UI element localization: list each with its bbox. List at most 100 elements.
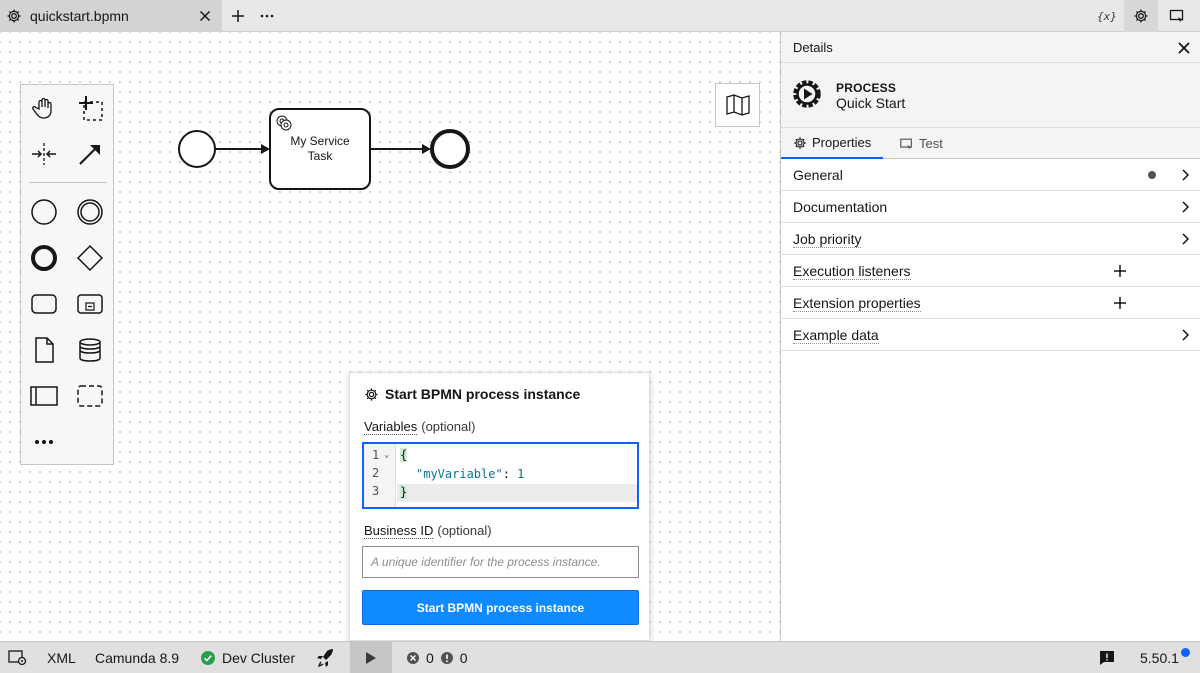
- gear-icon: [365, 387, 378, 401]
- service-task-label-line1: My Service: [290, 134, 350, 148]
- chevron-right-icon: [1182, 169, 1190, 181]
- start-instance-popover: Start BPMN process instance Variables (op…: [349, 372, 650, 641]
- add-tab-icon[interactable]: [229, 7, 247, 25]
- data-marker-dot: [1148, 171, 1156, 179]
- group-label: Job priority: [793, 231, 862, 248]
- tab-properties[interactable]: Properties: [781, 128, 884, 159]
- create-data-store[interactable]: [74, 334, 106, 366]
- business-id-optional: (optional): [437, 523, 492, 538]
- add-icon[interactable]: [1113, 264, 1127, 278]
- code-line-2: "myVariable": 1: [416, 467, 524, 481]
- more-tools[interactable]: [28, 426, 60, 458]
- variables-button[interactable]: {x}: [1090, 0, 1124, 32]
- end-event-icon: [31, 245, 57, 271]
- active-line-highlight: [397, 484, 637, 502]
- variables-editor[interactable]: 1 ⌄ 2 3 { "myVariable": 1 }: [362, 442, 639, 509]
- deploy-button[interactable]: [316, 642, 336, 673]
- group-label: Execution listeners: [793, 263, 911, 280]
- error-count: 0: [426, 650, 434, 666]
- fold-chevron-icon[interactable]: ⌄: [384, 450, 389, 460]
- chevron-right-icon: [1182, 329, 1190, 341]
- warning-icon: [440, 652, 453, 664]
- data-object-icon: [35, 337, 54, 363]
- close-icon[interactable]: [1177, 41, 1191, 55]
- sequence-flow-arrowhead: [422, 144, 431, 154]
- xml-label: XML: [47, 650, 76, 666]
- service-task-label-line2: Task: [308, 149, 334, 163]
- tab-test-label: Test: [919, 136, 943, 151]
- business-id-label-text: Business ID: [364, 523, 434, 539]
- group-label: Extension properties: [793, 295, 921, 312]
- line-number: 2: [372, 466, 380, 480]
- variables-icon: {x}: [1097, 9, 1117, 23]
- business-id-label: Business ID (optional): [364, 523, 492, 539]
- bpmn-diagram: My Service Task: [178, 108, 470, 190]
- engine-version-button[interactable]: Camunda 8.9: [95, 642, 179, 673]
- panel-title: Details: [793, 40, 833, 55]
- add-icon[interactable]: [1113, 296, 1127, 310]
- cluster-connection-button[interactable]: Dev Cluster: [200, 642, 295, 673]
- run-instance-button[interactable]: [350, 642, 392, 673]
- feedback-icon: [1100, 651, 1114, 665]
- gateway-icon: [76, 244, 104, 272]
- close-icon[interactable]: [197, 8, 213, 24]
- create-data-object[interactable]: [28, 334, 60, 366]
- tab-quickstart[interactable]: quickstart.bpmn: [0, 0, 222, 32]
- properties-panel-toggle[interactable]: [1124, 0, 1158, 32]
- engine-version-label: Camunda 8.9: [95, 650, 180, 666]
- element-header: PROCESS Quick Start: [781, 63, 1200, 128]
- feedback-button[interactable]: [1099, 642, 1115, 673]
- rocket-icon: [317, 649, 333, 668]
- process-gear-icon: [793, 80, 821, 108]
- deployment-settings-button[interactable]: [8, 642, 28, 673]
- variables-label: Variables (optional): [364, 419, 476, 435]
- play-icon: [366, 652, 376, 664]
- test-panel-toggle[interactable]: [1160, 0, 1194, 32]
- group-extension-properties[interactable]: Extension properties: [781, 287, 1200, 319]
- tab-bar: quickstart.bpmn {x}: [0, 0, 1200, 32]
- group-documentation[interactable]: Documentation: [781, 191, 1200, 223]
- business-id-input[interactable]: A unique identifier for the process inst…: [362, 546, 639, 578]
- create-end-event[interactable]: [28, 242, 60, 274]
- update-badge: [1181, 648, 1190, 657]
- create-subprocess[interactable]: [74, 288, 106, 320]
- create-task[interactable]: [28, 288, 60, 320]
- group-label: Example data: [793, 327, 879, 344]
- gear-icon: [794, 136, 806, 149]
- screen-test-icon: [1169, 9, 1184, 22]
- variables-optional: (optional): [421, 419, 476, 434]
- chevron-right-icon: [1182, 233, 1190, 245]
- panel-tabs: Properties Test: [781, 128, 1200, 159]
- overflow-menu-icon[interactable]: [258, 7, 276, 25]
- create-group[interactable]: [74, 380, 106, 412]
- element-name: Quick Start: [836, 95, 906, 111]
- group-example-data[interactable]: Example data: [781, 319, 1200, 351]
- line-number: 3: [372, 484, 380, 498]
- group-job-priority[interactable]: Job priority: [781, 223, 1200, 255]
- end-event[interactable]: [430, 129, 470, 169]
- xml-view-button[interactable]: XML: [47, 642, 76, 673]
- properties-panel: Details PROCESS Quick Start Properties T…: [780, 32, 1200, 641]
- code-key: "myVariable": [416, 467, 503, 481]
- subprocess-icon: [77, 294, 103, 314]
- warning-count: 0: [459, 650, 468, 666]
- popover-title: Start BPMN process instance: [364, 386, 580, 402]
- status-bar: XML Camunda 8.9 Dev Cluster 0 0 5.50.1: [0, 641, 1200, 673]
- tab-title: quickstart.bpmn: [30, 8, 129, 24]
- more-dots-icon: [35, 440, 53, 444]
- pool-icon: [30, 386, 58, 406]
- task-icon: [31, 294, 57, 314]
- code-colon: :: [502, 467, 518, 481]
- start-instance-button[interactable]: Start BPMN process instance: [362, 590, 639, 625]
- create-gateway[interactable]: [74, 242, 106, 274]
- problems-button[interactable]: 0 0: [406, 642, 468, 673]
- start-event[interactable]: [178, 130, 216, 168]
- create-pool[interactable]: [28, 380, 60, 412]
- line-number: 1: [372, 448, 380, 462]
- error-icon: [407, 652, 419, 664]
- line-gutter: [364, 444, 396, 507]
- version-button[interactable]: 5.50.1: [1140, 642, 1179, 673]
- group-execution-listeners[interactable]: Execution listeners: [781, 255, 1200, 287]
- group-general[interactable]: General: [781, 159, 1200, 191]
- tab-test[interactable]: Test: [887, 128, 955, 159]
